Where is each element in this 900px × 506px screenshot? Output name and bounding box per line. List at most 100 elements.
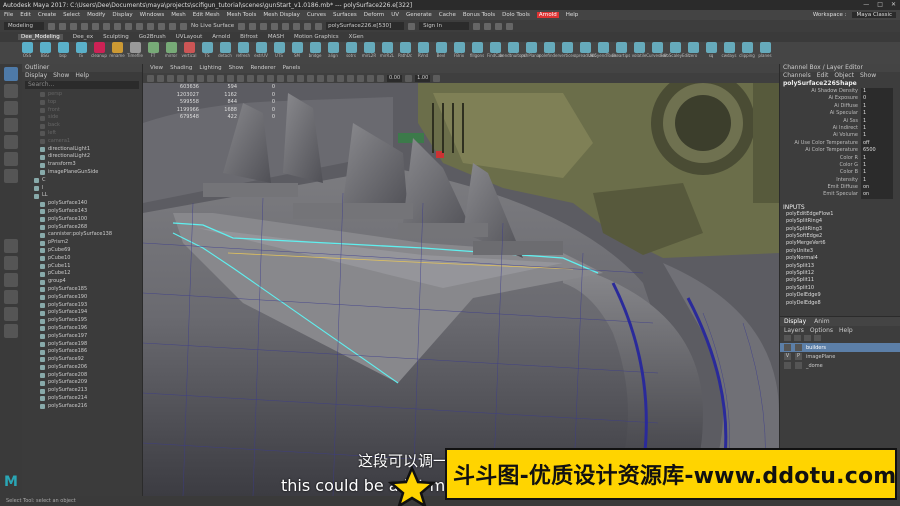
attribute-value-field[interactable]: 1 — [861, 176, 893, 185]
camera-attributes-icon[interactable] — [157, 74, 164, 82]
ambient-occlusion-icon[interactable] — [317, 74, 324, 82]
tab-dee-ex[interactable]: Dee_ex — [73, 34, 93, 40]
undo-icon[interactable] — [81, 22, 88, 30]
name-field[interactable]: polySurface226.e[530] — [326, 22, 405, 30]
move-tool-icon[interactable] — [4, 118, 18, 132]
menu-deform[interactable]: Deform — [364, 12, 384, 18]
viewport-menu-shading[interactable]: Shading — [170, 64, 192, 73]
outliner-item[interactable]: imagePlaneGunSide — [22, 169, 142, 177]
workspace-dropdown[interactable]: Maya Classic — [852, 12, 896, 18]
outliner-item[interactable]: polySurface100 — [22, 216, 142, 224]
hypershade-icon[interactable] — [271, 22, 279, 30]
shelf-button-40[interactable]: clipping — [739, 42, 755, 58]
menu-windows[interactable]: Windows — [140, 12, 165, 18]
outliner-item[interactable]: polySurface186 — [22, 348, 142, 356]
channel-attribute-row[interactable]: Ai Sss 1 — [780, 117, 900, 125]
attribute-value-field[interactable]: 6500 — [861, 147, 893, 155]
outliner-item[interactable]: pCube10 — [22, 255, 142, 263]
gate-mask-icon[interactable] — [217, 74, 224, 82]
new-layer-from-selection-icon[interactable] — [814, 335, 821, 341]
outliner-item[interactable]: back — [22, 122, 142, 130]
outliner-item[interactable]: side — [22, 114, 142, 122]
single-pane-layout-icon[interactable] — [4, 239, 18, 253]
image-plane-icon[interactable] — [177, 74, 184, 82]
shelf-button-36[interactable]: zeroScaleyEdit — [660, 42, 690, 58]
outliner-item[interactable]: polySurface194 — [22, 309, 142, 317]
shelf-button-39[interactable]: cwdays — [722, 42, 736, 58]
scale-tool-icon[interactable] — [4, 152, 18, 166]
shelf-button-4[interactable]: cleanup — [91, 42, 107, 58]
shelf-button-3[interactable]: IS — [74, 42, 88, 58]
color-management-icon[interactable] — [433, 74, 441, 82]
attribute-value-field[interactable]: 1 — [861, 161, 893, 170]
outliner-item[interactable]: camera1 — [22, 138, 142, 146]
tab-uvlayout[interactable]: UVLayout — [176, 34, 203, 40]
menu-display[interactable]: Display — [112, 12, 132, 18]
attribute-value-field[interactable]: on — [861, 191, 893, 199]
backface-culling-icon[interactable] — [377, 74, 384, 82]
outliner-item[interactable]: group4 — [22, 278, 142, 286]
shelf-button-21[interactable]: PathDc — [398, 42, 412, 58]
shelf-button-22[interactable]: RVnd — [416, 42, 430, 58]
ipr-render-icon[interactable] — [249, 22, 257, 30]
shadows-icon[interactable] — [307, 74, 314, 82]
shelf-button-25[interactable]: fillgons — [470, 42, 484, 58]
snap-view-icon[interactable] — [169, 22, 176, 30]
tab-sculpting[interactable]: Sculpting — [103, 34, 129, 40]
select-object-icon[interactable] — [114, 22, 121, 30]
outliner-item[interactable]: polySurface198 — [22, 341, 142, 349]
select-tool-icon[interactable] — [4, 67, 18, 81]
channel-attribute-row[interactable]: Ai Indirect 1 — [780, 124, 900, 133]
layer-playback-toggle[interactable] — [795, 344, 802, 351]
input-node[interactable]: polySplitRing3 — [780, 226, 900, 233]
save-scene-icon[interactable] — [70, 22, 77, 30]
menu-edit[interactable]: Edit — [20, 12, 31, 18]
xray-joints-icon[interactable] — [367, 74, 374, 82]
tool-settings-icon[interactable] — [495, 22, 503, 30]
menu-dolo-tools[interactable]: Dolo Tools — [502, 12, 530, 18]
menu-help[interactable]: Help — [566, 12, 579, 18]
shelf-button-17[interactable]: align — [326, 42, 340, 58]
shelf-button-23[interactable]: Bevl — [434, 42, 448, 58]
outliner-item[interactable]: pCube11 — [22, 263, 142, 271]
last-tool-icon[interactable] — [4, 169, 18, 183]
channel-box-menu-channels[interactable]: Channels — [783, 72, 811, 80]
attribute-value-field[interactable]: on — [861, 184, 893, 192]
input-node[interactable]: polySplit13 — [780, 263, 900, 270]
shelf-button-29[interactable]: polefinder — [539, 42, 559, 58]
input-node[interactable]: polySplitRing4 — [780, 218, 900, 225]
channel-box-menu-object[interactable]: Object — [834, 72, 854, 80]
attribute-value-field[interactable]: 1 — [861, 154, 893, 162]
shelf-button-5[interactable]: rename — [109, 42, 125, 58]
minimize-icon[interactable]: — — [863, 1, 869, 8]
outliner-item[interactable]: polySurface197 — [22, 333, 142, 341]
outliner-item[interactable]: C — [22, 177, 142, 185]
field-chart-icon[interactable] — [227, 74, 234, 82]
layer-visibility-toggle[interactable]: V — [784, 353, 791, 360]
outliner-item[interactable]: pCube12 — [22, 270, 142, 278]
input-node[interactable]: polyDelEdge9 — [780, 292, 900, 299]
outliner-menu-display[interactable]: Display — [25, 72, 47, 80]
tab-bifrost[interactable]: Bifrost — [240, 34, 258, 40]
textured-icon[interactable] — [287, 74, 294, 82]
menu-create[interactable]: Create — [38, 12, 56, 18]
outliner-search-input[interactable]: Search... — [25, 81, 139, 89]
shelf-button-38[interactable]: sq — [704, 42, 718, 58]
outliner-item[interactable]: polySurface193 — [22, 302, 142, 310]
channel-attribute-row[interactable]: Color B1 — [780, 169, 900, 177]
input-node[interactable]: polyUnite3 — [780, 248, 900, 255]
rotate-tool-icon[interactable] — [4, 135, 18, 149]
new-scene-icon[interactable] — [48, 22, 55, 30]
render-icon[interactable] — [238, 22, 246, 30]
snap-point-icon[interactable] — [158, 22, 165, 30]
attribute-value-field[interactable]: 1 — [861, 110, 893, 118]
shelf-button-27[interactable]: bendtnuitomi — [500, 42, 526, 58]
menu-surfaces[interactable]: Surfaces — [333, 12, 357, 18]
modeling-toolkit-icon[interactable] — [473, 22, 481, 30]
open-scene-icon[interactable] — [59, 22, 66, 30]
layer-menu-help[interactable]: Help — [839, 326, 853, 335]
input-node[interactable]: polySplit11 — [780, 277, 900, 284]
attribute-value-field[interactable]: 1 — [861, 117, 893, 125]
redo-icon[interactable] — [92, 22, 99, 30]
select-component-icon[interactable] — [125, 22, 132, 30]
